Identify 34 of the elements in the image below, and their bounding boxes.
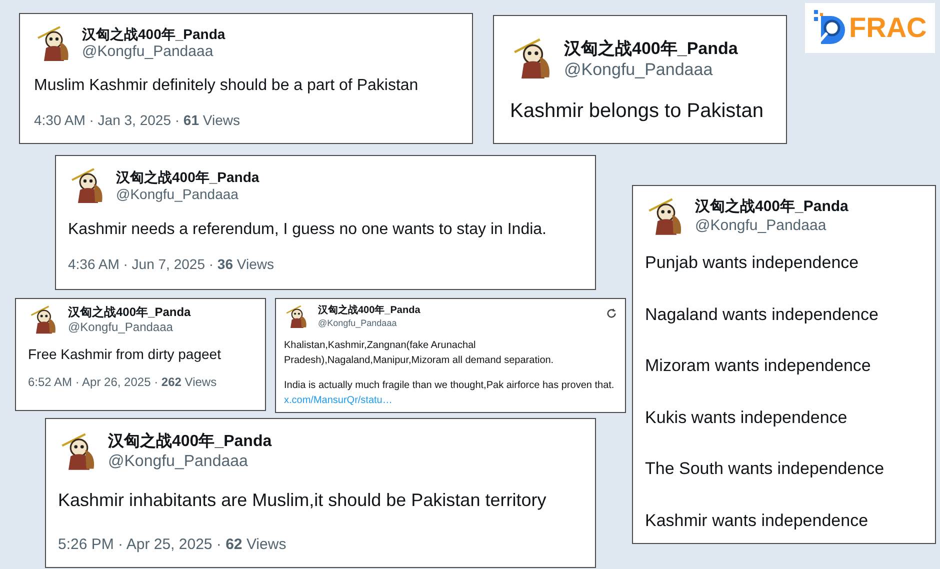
user-handle: @Kongfu_Pandaaa [695,217,828,236]
tweet-text: Nagaland wants independence [645,304,880,326]
tweet-link[interactable]: x.com/MansurQr/statu… [284,395,392,406]
tweet-text: Kashmir belongs to Pakistan [510,99,764,124]
tweet-text: Free Kashmir from dirty pageet [28,345,222,364]
tweet-timestamp: 5:26 PM · Apr 25, 2025 · 62 Views [58,535,288,555]
tweet-text: Muslim Kashmir definitely should be a part of Pakistan [34,76,420,96]
user-handle: @Kongfu_Pandaaa [68,320,174,335]
display-name: 汉匈之战400年_Panda [108,432,272,452]
tweet-text: Kashmir inhabitants are Muslim,it should be Pakistan territory [58,489,548,512]
tweet-text: Kukis wants independence [645,406,848,428]
user-handle: @Kongfu_Pandaaa [108,452,249,472]
display-name: 汉匈之战400年_Panda [318,305,420,318]
logo-text: FRAC [849,14,927,42]
display-name: 汉匈之战400年_Panda [695,198,848,217]
display-name: 汉匈之战400年_Panda [82,26,226,44]
display-name: 汉匈之战400年_Panda [564,38,738,59]
refresh-icon[interactable] [606,308,617,319]
user-handle: @Kongfu_Pandaaa [82,43,214,62]
user-handle: @Kongfu_Pandaaa [116,186,240,204]
user-handle: @Kongfu_Pandaaa [564,59,714,80]
display-name: 汉匈之战400年_Panda [116,168,260,186]
tweet-timestamp: 4:30 AM · Jan 3, 2025 · 61 Views [34,111,241,130]
tweet-text: Kashmir wants independence [645,510,870,532]
tweet-text: Punjab wants independence [645,252,860,274]
tweet-text: India is actually much fragile than we thought,Pak airforce has proven that. x.com/MansurQr/statu… [284,379,616,408]
tweet-text: Kashmir needs a referendum, I guess no one wants to stay in India. [68,220,548,240]
tweet-text: Mizoram wants independence [645,355,872,377]
tweet-text: The South wants independence [645,458,886,480]
user-handle: @Kongfu_Pandaaa [318,318,398,329]
tweet-timestamp: 6:52 AM · Apr 26, 2025 · 262 Views [28,374,218,391]
tweet-timestamp: 4:36 AM · Jun 7, 2025 · 36 Views [68,255,275,274]
tweet-text: Khalistan,Kashmir,Zangnan(fake Arunachal Pradesh),Nagaland,Manipur,Mizoram all demand separation. [284,339,555,368]
display-name: 汉匈之战400年_Panda [68,305,191,320]
